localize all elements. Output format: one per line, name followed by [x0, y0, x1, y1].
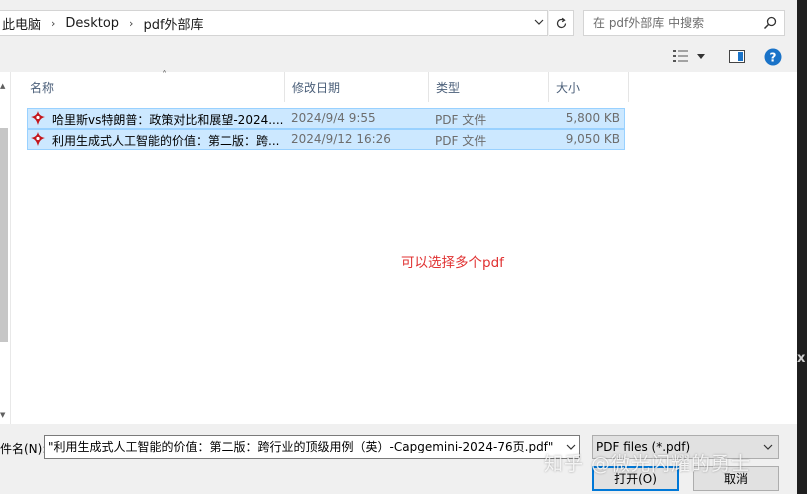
filename-label: 件名(N): — [0, 442, 47, 456]
search-input[interactable] — [593, 16, 758, 30]
column-header-type-label: 类型 — [436, 80, 461, 95]
column-headers: 名称 ˄ 修改日期 类型 大小 — [11, 70, 797, 102]
view-list-icon — [673, 50, 688, 62]
column-header-name-label: 名称 — [30, 80, 55, 95]
help-button[interactable]: ? — [764, 48, 782, 69]
pdf-file-icon — [31, 111, 45, 125]
file-name: 利用生成式人工智能的价值：第二版：跨... — [52, 134, 280, 148]
file-type: PDF 文件 — [435, 134, 487, 148]
change-view-button[interactable] — [673, 50, 705, 62]
file-row[interactable]: 利用生成式人工智能的价值：第二版：跨... 2024/9/12 16:26 PD… — [27, 129, 625, 150]
file-modified: 2024/9/12 16:26 — [291, 132, 391, 146]
address-history-dropdown[interactable] — [530, 10, 548, 34]
filename-input[interactable] — [48, 439, 556, 453]
watermark: 知乎 @微光闪耀的勇士 — [544, 453, 752, 475]
breadcrumb-this-pc[interactable]: 此电脑 — [2, 14, 41, 33]
search-icon[interactable] — [763, 16, 777, 30]
file-row[interactable]: 哈里斯vs特朗普：政策对比和展望-2024.... 2024/9/4 9:55 … — [27, 108, 625, 129]
filename-combobox[interactable] — [44, 435, 580, 459]
address-bar[interactable]: 此电脑 › Desktop › pdf外部库 — [0, 10, 548, 36]
breadcrumb-pdf-library[interactable]: pdf外部库 — [143, 14, 203, 33]
sort-ascending-icon: ˄ — [162, 70, 167, 81]
file-type: PDF 文件 — [435, 113, 487, 127]
preview-pane-icon — [729, 50, 745, 63]
close-icon: x — [797, 351, 806, 366]
background-window: x — [797, 0, 807, 494]
address-row: 此电脑 › Desktop › pdf外部库 — [0, 10, 797, 38]
column-header-size[interactable]: 大小 — [549, 72, 629, 102]
refresh-icon — [556, 17, 566, 28]
scroll-up-arrow-icon[interactable]: ▲ — [0, 82, 5, 90]
file-size: 5,800 KB — [565, 111, 620, 125]
file-name: 哈里斯vs特朗普：政策对比和展望-2024.... — [52, 113, 284, 127]
breadcrumb-chevron-icon[interactable]: › — [51, 17, 55, 30]
chevron-down-icon — [763, 444, 773, 450]
help-icon: ? — [764, 48, 782, 66]
column-header-size-label: 大小 — [556, 80, 581, 95]
refresh-button[interactable] — [549, 10, 574, 36]
pdf-file-icon — [31, 132, 45, 146]
navigation-pane[interactable]: ▲ ▼ — [0, 72, 10, 424]
preview-pane-button[interactable] — [729, 50, 745, 67]
file-modified: 2024/9/4 9:55 — [291, 111, 376, 125]
search-box[interactable] — [583, 10, 785, 36]
column-header-name[interactable]: 名称 ˄ — [23, 70, 285, 102]
toolbar: ? — [0, 44, 797, 72]
svg-text:?: ? — [770, 51, 777, 65]
file-size: 9,050 KB — [565, 132, 620, 146]
column-header-modified[interactable]: 修改日期 — [285, 72, 429, 102]
breadcrumb-chevron-icon[interactable]: › — [129, 17, 133, 30]
breadcrumb-desktop[interactable]: Desktop — [65, 16, 119, 31]
scroll-down-arrow-icon[interactable]: ▼ — [0, 411, 5, 419]
column-header-type[interactable]: 类型 — [429, 72, 549, 102]
file-list[interactable]: 名称 ˄ 修改日期 类型 大小 哈里斯vs特朗普：政策对比和展望-2024...… — [11, 70, 797, 424]
annotation-text: 可以选择多个pdf — [401, 255, 504, 271]
caret-down-icon — [697, 53, 705, 59]
navigation-scrollbar-thumb[interactable] — [0, 128, 8, 342]
column-header-modified-label: 修改日期 — [292, 80, 341, 95]
file-open-dialog: 此电脑 › Desktop › pdf外部库 在 pdf外部库 中搜索 ? ▲ … — [0, 0, 797, 494]
chevron-down-icon — [534, 19, 544, 25]
